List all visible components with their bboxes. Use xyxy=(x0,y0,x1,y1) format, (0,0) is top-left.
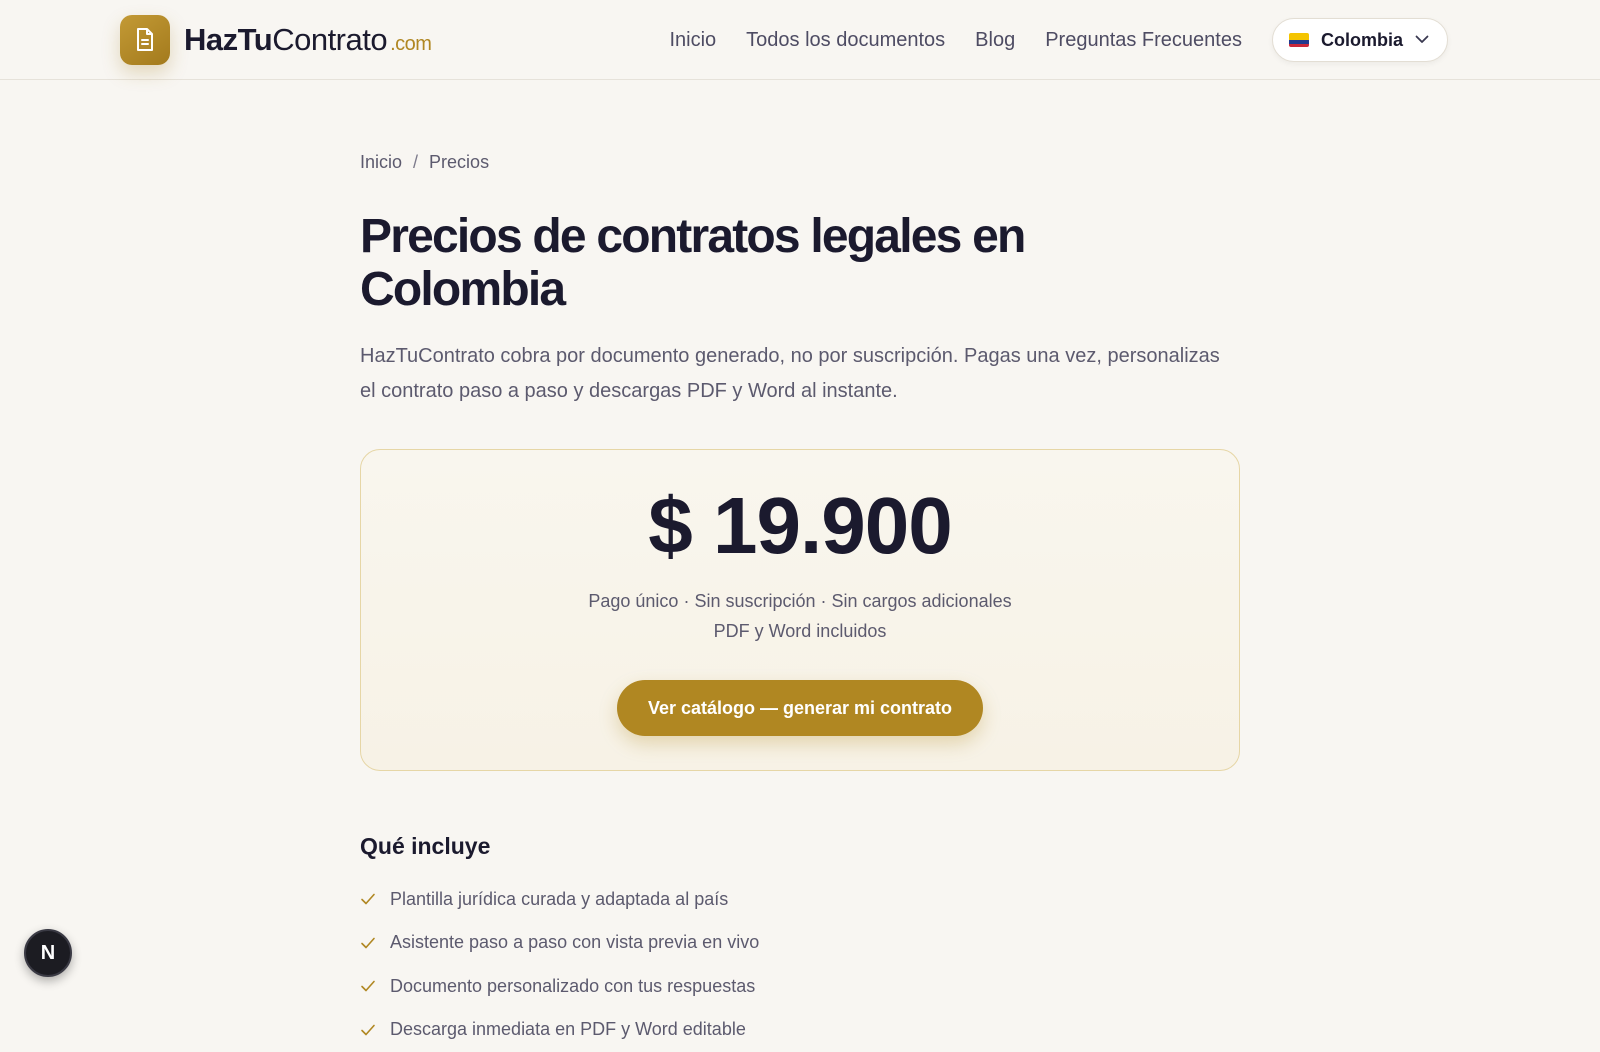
breadcrumb-separator: / xyxy=(413,152,419,172)
list-item-label: Asistente paso a paso con vista previa e… xyxy=(390,932,760,953)
nav-link-blog[interactable]: Blog xyxy=(975,29,1015,52)
pricing-card: $ 19.900 Pago único · Sin suscripción · … xyxy=(360,448,1240,771)
list-item-label: Plantilla jurídica curada y adaptada al … xyxy=(390,888,729,909)
logo-name-bold: HazTu xyxy=(184,22,273,57)
logo-wordmark: HazTuContrato .com xyxy=(184,22,432,58)
list-item: Asistente paso a paso con vista previa e… xyxy=(360,921,1240,965)
logo-tld: .com xyxy=(390,33,432,55)
list-item-label: Documento personalizado con tus respuest… xyxy=(390,975,756,996)
logo-name-light: Contrato xyxy=(272,22,388,57)
breadcrumb-link-inicio[interactable]: Inicio xyxy=(360,152,402,173)
dev-tools-button[interactable]: N xyxy=(24,929,72,977)
includes-title: Qué incluye xyxy=(360,832,491,859)
list-item: Descarga inmediata en PDF y Word editabl… xyxy=(360,1008,1240,1052)
check-icon xyxy=(361,1024,375,1036)
breadcrumb-current: Precios xyxy=(429,152,490,172)
site-header: HazTuContrato .com Inicio Todos los docum… xyxy=(0,0,1600,80)
site-logo[interactable]: HazTuContrato .com xyxy=(120,15,432,65)
breadcrumb: Inicio / Precios xyxy=(360,152,1240,173)
dev-tools-label: N xyxy=(40,941,56,964)
price-note-line1: Pago único · Sin suscripción · Sin cargo… xyxy=(588,590,1012,611)
view-catalog-button[interactable]: Ver catálogo — generar mi contrato xyxy=(616,679,984,736)
document-icon xyxy=(120,15,170,65)
nav-link-documentos[interactable]: Todos los documentos xyxy=(746,29,945,52)
nav-link-inicio[interactable]: Inicio xyxy=(669,29,716,52)
check-icon xyxy=(361,894,375,905)
price-note-line2: PDF y Word incluidos xyxy=(713,620,887,641)
colombia-flag-icon xyxy=(1288,33,1309,47)
check-icon xyxy=(361,981,375,992)
main-nav: Inicio Todos los documentos Blog Pregunt… xyxy=(669,18,1448,62)
chevron-down-icon xyxy=(1415,31,1429,49)
nav-link-faq[interactable]: Preguntas Frecuentes xyxy=(1045,29,1242,52)
check-icon xyxy=(361,937,375,949)
list-item: Plantilla jurídica curada y adaptada al … xyxy=(360,878,1240,922)
country-label: Colombia xyxy=(1320,29,1403,50)
page-lead: HazTuContrato cobra por documento genera… xyxy=(360,344,1220,402)
country-selector[interactable]: Colombia xyxy=(1271,18,1448,62)
page-title: Precios de contratos legales en Colombia xyxy=(360,210,1026,316)
list-item: Documento personalizado con tus respuest… xyxy=(360,965,1240,1009)
main-content: Inicio / Precios Precios de contratos le… xyxy=(360,80,1240,1052)
price-amount: $ 19.900 xyxy=(648,480,952,570)
includes-list: Plantilla jurídica curada y adaptada al … xyxy=(360,878,1240,1052)
list-item-label: Descarga inmediata en PDF y Word editabl… xyxy=(390,1019,746,1040)
price-note: Pago único · Sin suscripción · Sin cargo… xyxy=(361,586,1239,646)
